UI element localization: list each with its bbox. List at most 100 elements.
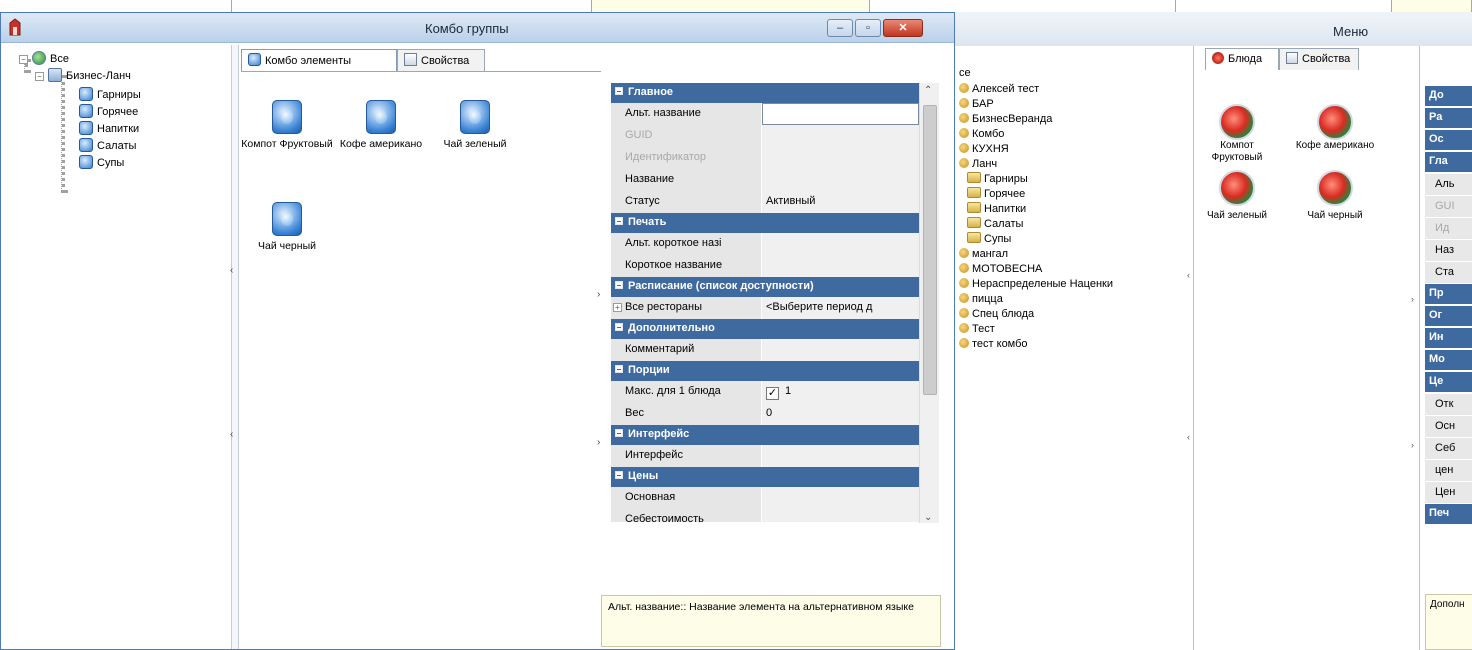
menu-tree-root[interactable]: се bbox=[959, 66, 971, 81]
chevron-left-icon[interactable]: ‹ bbox=[1187, 270, 1190, 280]
collapse-icon[interactable]: − bbox=[19, 55, 28, 64]
minimize-button[interactable]: ‒ bbox=[827, 19, 853, 37]
combo-element-item[interactable]: Чай черный bbox=[241, 202, 333, 253]
property-row[interactable]: Цен bbox=[1425, 482, 1472, 504]
chevron-left-icon[interactable]: ‹ bbox=[1187, 432, 1190, 442]
collapse-icon[interactable]: − bbox=[35, 72, 44, 81]
dish-label[interactable]: Чай черный bbox=[1295, 210, 1375, 222]
prop-weight-value[interactable]: 0 bbox=[762, 403, 919, 425]
tree-node-child[interactable]: Напитки bbox=[79, 121, 139, 137]
section-prices[interactable]: Цены bbox=[611, 467, 919, 487]
tree-node-all[interactable]: − Все bbox=[19, 51, 69, 67]
prop-status-value[interactable]: Активный bbox=[762, 191, 919, 213]
property-row[interactable]: Отк bbox=[1425, 394, 1472, 416]
menu-tree-item[interactable]: Ланч bbox=[959, 157, 997, 172]
menu-tree-subitem[interactable]: Супы bbox=[967, 232, 1011, 247]
prop-value[interactable] bbox=[762, 509, 919, 522]
property-row[interactable]: Аль bbox=[1425, 174, 1472, 196]
combo-element-item[interactable]: Компот Фруктовый bbox=[241, 100, 333, 151]
tab-combo-elements[interactable]: Комбо элементы bbox=[241, 49, 397, 71]
menu-tree-item[interactable]: БАР bbox=[959, 97, 994, 112]
menu-tree-item[interactable]: пицца bbox=[959, 292, 1003, 307]
section-main[interactable]: Главное bbox=[611, 83, 919, 103]
prop-alt-name-input[interactable] bbox=[762, 103, 919, 125]
menu-tree-subitem[interactable]: Салаты bbox=[967, 217, 1023, 232]
property-grid-scrollbar[interactable]: ⌃ ⌄ bbox=[919, 83, 939, 523]
scroll-thumb[interactable] bbox=[923, 105, 937, 395]
chevron-right-icon[interactable]: › bbox=[1411, 440, 1414, 450]
tab-properties[interactable]: Свойства bbox=[397, 49, 485, 71]
prop-all-restaurants-value[interactable]: <Выберите период д bbox=[762, 297, 919, 319]
section-header[interactable]: До bbox=[1425, 86, 1472, 106]
dish-label[interactable]: Компот Фруктовый bbox=[1197, 140, 1277, 164]
menu-tree-item[interactable]: Комбо bbox=[959, 127, 1004, 142]
tab-properties[interactable]: Свойства bbox=[1279, 48, 1359, 70]
chevron-left-icon[interactable]: ‹ bbox=[230, 265, 233, 276]
menu-tree-item[interactable]: МОТОВЕСНА bbox=[959, 262, 1042, 277]
prop-value[interactable] bbox=[762, 487, 919, 509]
section-header[interactable]: Печ bbox=[1425, 504, 1472, 524]
property-row[interactable]: Ста bbox=[1425, 262, 1472, 284]
chevron-right-icon[interactable]: › bbox=[597, 289, 600, 300]
close-button[interactable]: ✕ bbox=[883, 19, 923, 37]
combo-element-item[interactable]: Чай зеленый bbox=[429, 100, 521, 151]
tree-node-child[interactable]: Салаты bbox=[79, 138, 136, 154]
menu-tree-subitem[interactable]: Гарниры bbox=[967, 172, 1028, 187]
tree-node-child[interactable]: Гарниры bbox=[79, 87, 141, 103]
menu-splitter[interactable] bbox=[1193, 46, 1194, 650]
menu-tree-item[interactable]: Спец блюда bbox=[959, 307, 1034, 322]
left-splitter[interactable] bbox=[231, 45, 239, 649]
dish-icon[interactable] bbox=[1317, 170, 1353, 206]
section-header[interactable]: Пр bbox=[1425, 284, 1472, 304]
expand-icon[interactable]: + bbox=[613, 303, 622, 312]
section-additional[interactable]: Дополнительно bbox=[611, 319, 919, 339]
dish-label[interactable]: Чай зеленый bbox=[1197, 210, 1277, 222]
menu-tree-subitem[interactable]: Горячее bbox=[967, 187, 1025, 202]
menu-tree-item[interactable]: Алексей тест bbox=[959, 82, 1039, 97]
section-header[interactable]: Ра bbox=[1425, 108, 1472, 128]
menu-tree-item[interactable]: Тест bbox=[959, 322, 995, 337]
tree-node-child[interactable]: Супы bbox=[79, 155, 124, 171]
prop-value[interactable] bbox=[762, 445, 919, 467]
property-row[interactable]: цен bbox=[1425, 460, 1472, 482]
dish-label[interactable]: Кофе американо bbox=[1295, 140, 1375, 152]
prop-value[interactable] bbox=[762, 339, 919, 361]
section-header[interactable]: Ин bbox=[1425, 328, 1472, 348]
property-row[interactable]: Осн bbox=[1425, 416, 1472, 438]
window-titlebar[interactable]: Комбо группы ‒ ▫ ✕ bbox=[1, 13, 954, 43]
dish-icon[interactable] bbox=[1317, 104, 1353, 140]
tree-node-child[interactable]: Горячее bbox=[79, 104, 138, 120]
prop-value[interactable] bbox=[762, 169, 919, 191]
scroll-up-icon[interactable]: ⌃ bbox=[924, 85, 932, 96]
menu-tree-item[interactable]: мангал bbox=[959, 247, 1008, 262]
dish-icon[interactable] bbox=[1219, 170, 1255, 206]
tab-dishes[interactable]: Блюда bbox=[1205, 48, 1279, 70]
section-print[interactable]: Печать bbox=[611, 213, 919, 233]
property-row[interactable]: Наз bbox=[1425, 240, 1472, 262]
section-header[interactable]: Мо bbox=[1425, 350, 1472, 370]
tree-node-business-lunch[interactable]: − Бизнес-Ланч bbox=[35, 68, 131, 84]
prop-max-value[interactable]: 1 bbox=[785, 385, 791, 397]
section-schedule[interactable]: Расписание (список доступности) bbox=[611, 277, 919, 297]
menu-tree-item[interactable]: БизнесВеранда bbox=[959, 112, 1052, 127]
combo-element-item[interactable]: Кофе американо bbox=[335, 100, 427, 151]
section-header[interactable]: Ог bbox=[1425, 306, 1472, 326]
chevron-right-icon[interactable]: › bbox=[1411, 294, 1414, 304]
menu-splitter[interactable] bbox=[1419, 46, 1420, 650]
chevron-left-icon[interactable]: ‹ bbox=[230, 429, 233, 440]
menu-tree-subitem[interactable]: Напитки bbox=[967, 202, 1026, 217]
section-header[interactable]: Гла bbox=[1425, 152, 1472, 172]
menu-tree-item[interactable]: тест комбо bbox=[959, 337, 1028, 352]
menu-tree[interactable]: се Алексей тест БАР БизнесВеранда Комбо … bbox=[941, 46, 1191, 650]
menu-tree-item[interactable]: Нераспределеные Наценки bbox=[959, 277, 1113, 292]
dish-icon[interactable] bbox=[1219, 104, 1255, 140]
maximize-button[interactable]: ▫ bbox=[855, 19, 881, 37]
menu-tree-item[interactable]: КУХНЯ bbox=[959, 142, 1009, 157]
section-interface[interactable]: Интерфейс bbox=[611, 425, 919, 445]
section-header[interactable]: Ос bbox=[1425, 130, 1472, 150]
chevron-right-icon[interactable]: › bbox=[597, 437, 600, 448]
section-portions[interactable]: Порции bbox=[611, 361, 919, 381]
combo-group-tree[interactable]: − Все − Бизнес-Ланч Гарниры Горячее Напитк… bbox=[1, 45, 231, 649]
prop-value[interactable] bbox=[762, 255, 919, 277]
checkbox[interactable]: ✓ bbox=[766, 387, 779, 400]
